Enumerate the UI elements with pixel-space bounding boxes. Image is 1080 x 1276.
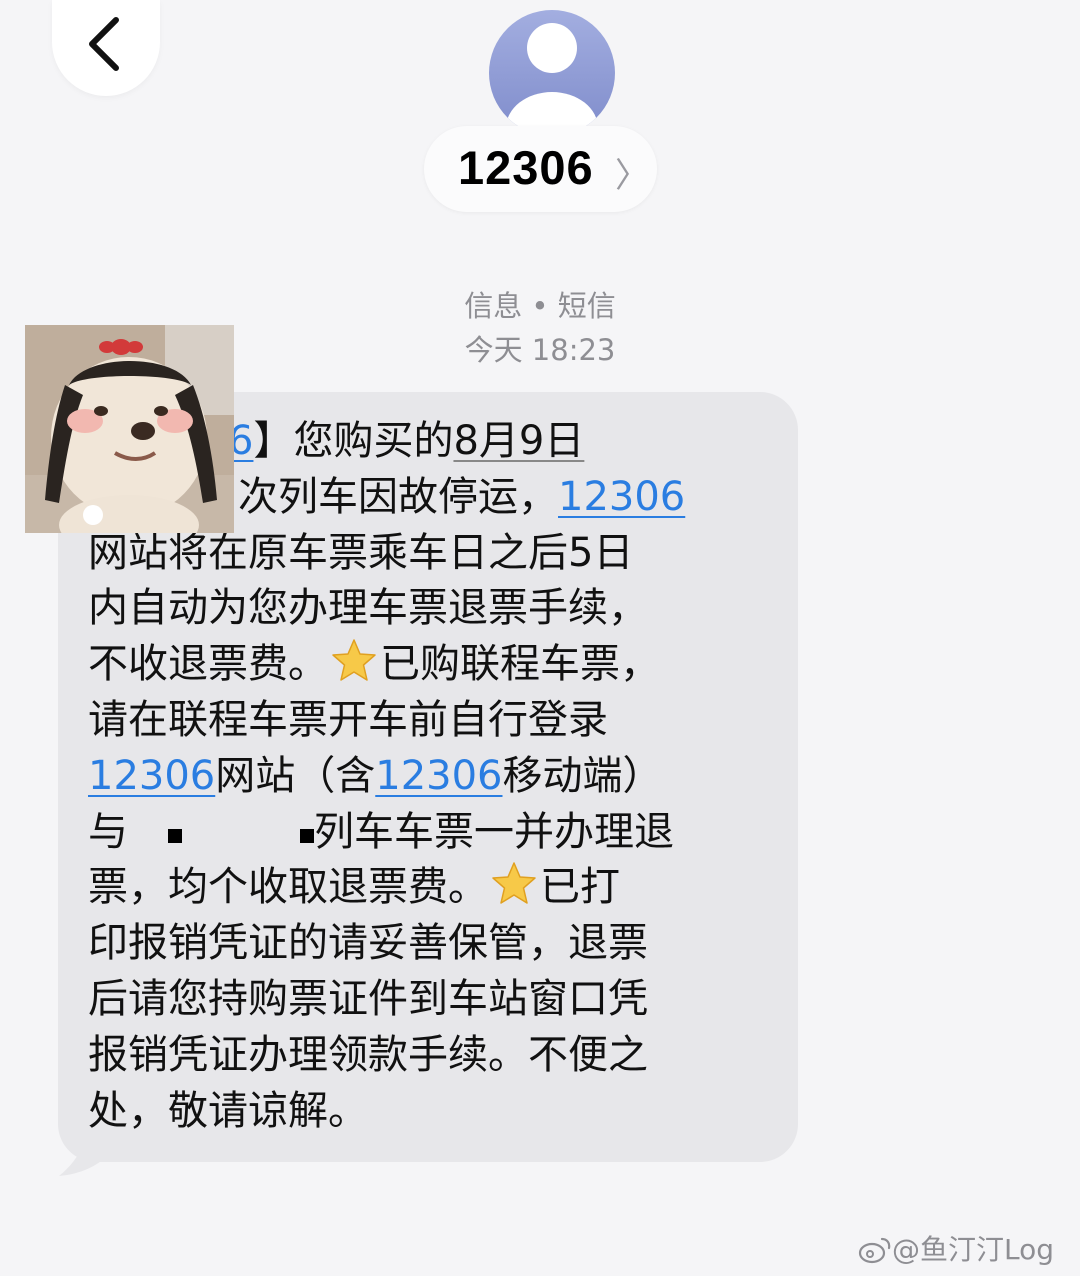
person-avatar-icon[interactable] (489, 0, 615, 136)
message-line: 与 列车车票一并办理退 (88, 805, 788, 861)
message-line: 请在联程车票开车前自行登录 (88, 696, 608, 743)
redaction-mark (300, 828, 314, 843)
message-line: 后请您持购票证件到车站窗口凭 (88, 975, 648, 1022)
chevron-left-icon (89, 17, 119, 71)
message-line: 票，均个收取退票费。 已打 (88, 860, 788, 916)
message-text: 票，均个收取退票费。 (88, 864, 488, 911)
message-line: 不收退票费。 已购联程车票， (88, 637, 788, 693)
redaction-mark (168, 828, 182, 843)
star-emoji-icon (332, 639, 376, 681)
back-button[interactable] (52, 0, 160, 96)
message-text: 与 (88, 808, 128, 855)
message-line: 12306网站（含12306移动端） (88, 749, 788, 805)
chevron-right-icon: 〉 (615, 157, 649, 195)
watermark-text: @鱼汀汀Log (892, 1233, 1055, 1266)
message-text: 列车车票一并办理退 (314, 808, 674, 855)
contact-name: 12306 (458, 141, 594, 194)
message-text: 已购联程车票， (380, 641, 660, 688)
12306-link[interactable]: 12306 (88, 753, 215, 799)
message-text: 不收退票费。 (88, 641, 328, 688)
12306-link[interactable]: 12306 (558, 474, 685, 520)
star-emoji-icon (492, 862, 536, 905)
message-source-label: 信息 • 短信 (464, 289, 616, 323)
message-text: 】您购买的 (253, 418, 454, 464)
message-text: 移动端） (502, 752, 663, 799)
message-line: 印报销凭证的请妥善保管，退票 (88, 920, 648, 967)
message-date: 8月9日 (453, 418, 585, 464)
message-line: 报销凭证办理领款手续。不便之 (88, 1031, 648, 1078)
watermark: @鱼汀汀Log (858, 1228, 1054, 1268)
contact-header[interactable]: 12306 〉 (424, 126, 657, 212)
dog-sticker-image (25, 325, 234, 533)
12306-link[interactable]: 12306 (375, 753, 502, 799)
message-line: 内自动为您办理车票退票手续， (88, 585, 648, 632)
message-text: 次列车因故停运， (238, 473, 558, 520)
message-text: 网站（含 (215, 752, 376, 799)
message-line: 网站将在原车票乘车日之后5日 (88, 529, 634, 576)
message-text: 已打 (540, 864, 620, 911)
weibo-logo-icon (858, 1237, 891, 1264)
message-line: 处，敬请谅解。 (88, 1087, 368, 1134)
